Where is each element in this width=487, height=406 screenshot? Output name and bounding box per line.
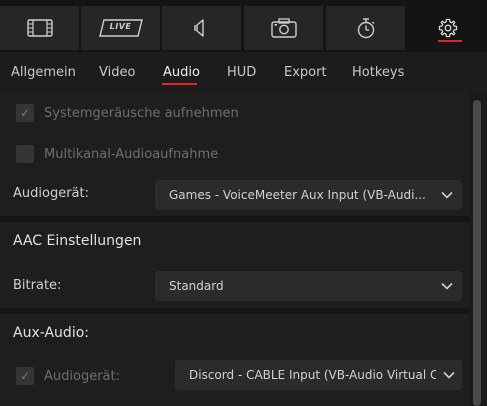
aux-audio-section: Aux-Audio: ✓ Audiogerät: Discord - CABLE… <box>0 314 470 406</box>
settings-tabs: Allgemein Video Audio HUD Export Hotkeys <box>0 52 487 92</box>
tab-hud[interactable]: HUD <box>227 65 256 80</box>
aac-section: AAC Einstellungen Bitrate: Standard <box>0 222 470 308</box>
system-sounds-label: Systemgeräusche aufnehmen <box>44 105 239 121</box>
bitrate-value: Standard <box>169 279 224 293</box>
device-label: Audiogerät: <box>13 186 89 201</box>
audio-device-value: Games - VoiceMeeter Aux Input (VB-Audi..… <box>169 188 426 202</box>
aux-device-label: Audiogerät: <box>44 368 120 384</box>
film-icon <box>26 19 53 37</box>
active-tab-indicator <box>162 83 197 85</box>
gear-icon <box>438 18 458 38</box>
tool-button-live[interactable]: LIVE <box>81 6 160 50</box>
tab-video[interactable]: Video <box>99 65 135 80</box>
system-sounds-checkbox[interactable]: ✓ <box>16 104 34 122</box>
aux-heading: Aux-Audio: <box>13 325 89 341</box>
checkmark-icon: ✓ <box>19 369 31 383</box>
aux-device-checkbox[interactable]: ✓ <box>16 367 34 385</box>
camera-icon <box>270 18 297 38</box>
main-toolbar: LIVE <box>0 0 487 52</box>
aux-device-select[interactable]: Discord - CABLE Input (VB-Audio Virtual … <box>175 360 462 390</box>
bitrate-select[interactable]: Standard <box>155 271 462 301</box>
tool-button-audio[interactable] <box>162 6 241 50</box>
chevron-down-icon <box>436 371 462 379</box>
chevron-down-icon <box>432 191 462 199</box>
tool-button-screenshot[interactable] <box>244 6 323 50</box>
tool-button-timer[interactable] <box>326 6 405 50</box>
multichannel-option[interactable]: Multikanal-Audioaufnahme <box>16 145 218 163</box>
aux-device-value: Discord - CABLE Input (VB-Audio Virtual … <box>189 368 436 382</box>
stopwatch-icon <box>355 17 377 39</box>
active-tool-indicator <box>438 40 462 42</box>
aux-device-option[interactable]: ✓ Audiogerät: <box>16 367 120 385</box>
audio-settings-panel: ✓ Systemgeräusche aufnehmen Multikanal-A… <box>0 92 470 406</box>
live-label: LIVE <box>109 22 132 31</box>
scrollbar-thumb[interactable] <box>473 100 481 406</box>
multichannel-checkbox[interactable] <box>16 145 34 163</box>
checkmark-icon: ✓ <box>19 106 31 120</box>
audio-capture-section: ✓ Systemgeräusche aufnehmen Multikanal-A… <box>0 92 470 216</box>
bitrate-label: Bitrate: <box>13 278 62 293</box>
tab-hotkeys[interactable]: Hotkeys <box>352 65 404 80</box>
speaker-icon <box>192 18 212 38</box>
tab-audio[interactable]: Audio <box>163 65 200 80</box>
tab-export[interactable]: Export <box>284 65 327 80</box>
live-icon: LIVE <box>98 19 143 37</box>
tool-button-settings[interactable] <box>408 6 487 50</box>
settings-window: LIVE Allgemein Video Audio HUD Export Ho… <box>0 0 487 406</box>
audio-device-select[interactable]: Games - VoiceMeeter Aux Input (VB-Audi..… <box>155 180 462 210</box>
system-sounds-option[interactable]: ✓ Systemgeräusche aufnehmen <box>16 104 239 122</box>
tab-allgemein[interactable]: Allgemein <box>11 65 76 80</box>
chevron-down-icon <box>432 282 462 290</box>
multichannel-label: Multikanal-Audioaufnahme <box>44 146 219 162</box>
aac-heading: AAC Einstellungen <box>13 233 142 249</box>
tool-button-recordings[interactable] <box>0 6 79 50</box>
